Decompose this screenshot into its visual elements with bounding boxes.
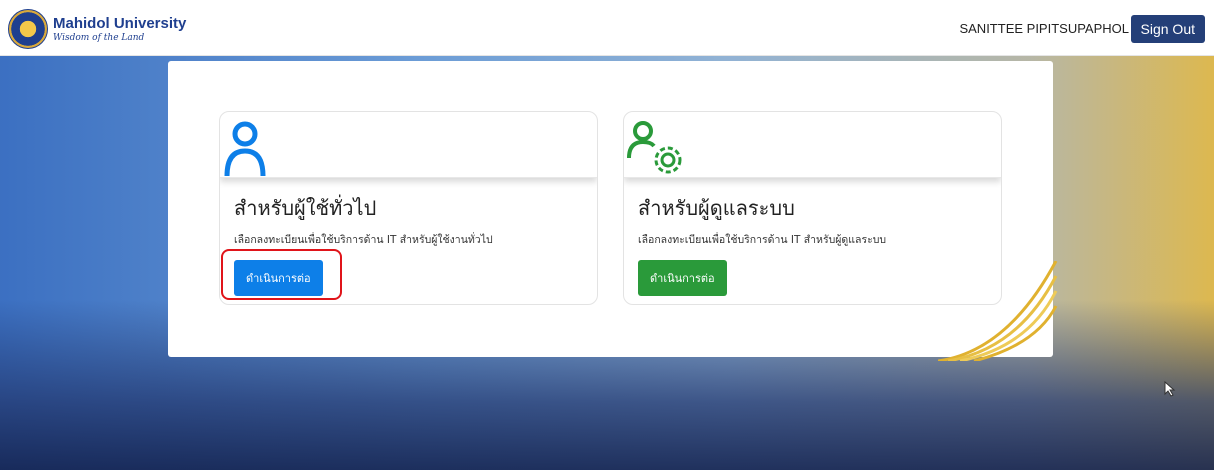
card-description: เลือกลงทะเบียนเพื่อใช้บริการด้าน IT สำหร…: [638, 234, 887, 246]
admin-user-gear-icon: [627, 121, 682, 174]
continue-button[interactable]: ดำเนินการต่อ: [638, 260, 727, 296]
mouse-pointer-icon: [1164, 381, 1176, 397]
card-title: สำหรับผู้ใช้ทั่วไป: [234, 196, 377, 220]
general-user-card: สำหรับผู้ใช้ทั่วไป เลือกลงทะเบียนเพื่อใช…: [219, 111, 598, 305]
card-header: [624, 112, 1001, 178]
sign-out-button[interactable]: Sign Out: [1130, 15, 1205, 43]
main-panel: สำหรับผู้ใช้ทั่วไป เลือกลงทะเบียนเพื่อใช…: [168, 61, 1058, 361]
logo-tagline: Wisdom of the Land: [53, 32, 145, 43]
user-icon: [224, 121, 266, 176]
card-header: [220, 112, 597, 178]
gold-swoosh-decoration: [938, 261, 1058, 361]
card-description: เลือกลงทะเบียนเพื่อใช้บริการด้าน IT สำหร…: [234, 234, 493, 246]
university-seal-icon: [8, 9, 48, 49]
highlight-box: [221, 249, 342, 300]
top-header: Mahidol University Wisdom of the Land SA…: [0, 0, 1214, 56]
logo-text: Mahidol University Wisdom of the Land: [53, 16, 186, 43]
university-logo[interactable]: Mahidol University Wisdom of the Land: [8, 9, 186, 49]
logo-name: Mahidol University: [53, 14, 187, 32]
user-name: SANITTEE PIPITSUPAPHOL: [959, 21, 1129, 36]
card-title: สำหรับผู้ดูแลระบบ: [638, 196, 795, 220]
